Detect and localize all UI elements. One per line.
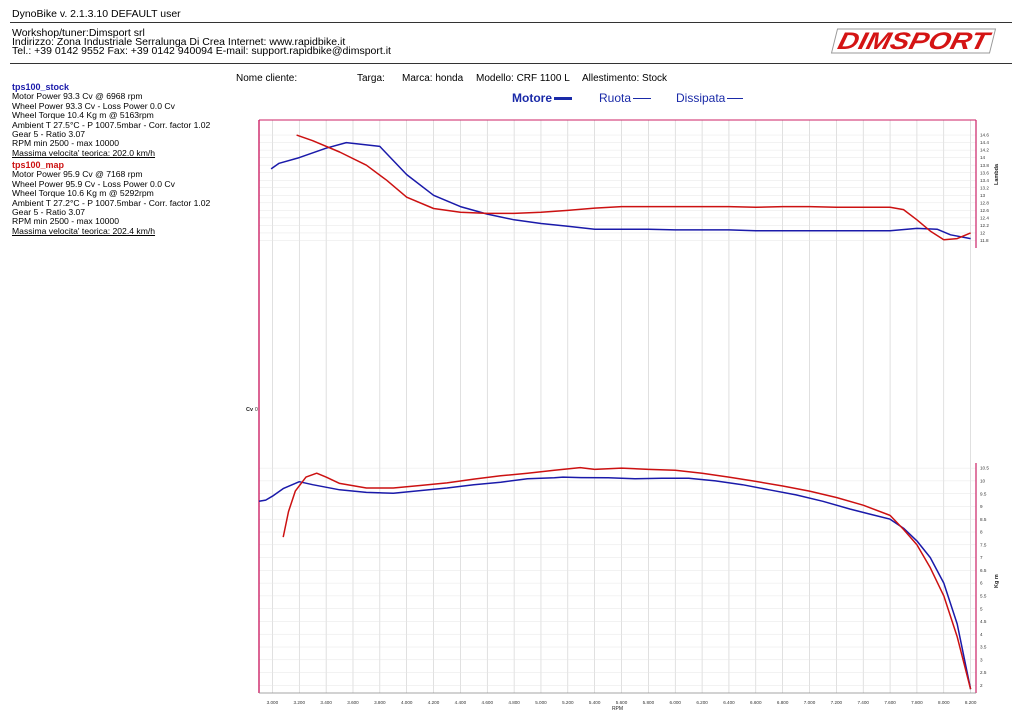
x-tick-label: 4.400 (455, 700, 467, 705)
series (258, 134, 972, 690)
x-tick-label: 3.600 (347, 700, 359, 705)
torque-tick-label: 2.5 (980, 670, 987, 675)
lambda-line-tps100-map (296, 134, 971, 241)
x-tick-label: 4.600 (482, 700, 494, 705)
x-tick-label: 5.000 (535, 700, 547, 705)
torque-tick-label: 3 (980, 657, 983, 662)
x-tick-label: 7.400 (857, 700, 869, 705)
grid (259, 120, 976, 693)
lambda-tick-label: 13.6 (980, 170, 989, 175)
axes (258, 119, 977, 694)
x-tick-label: 7.200 (831, 700, 843, 705)
x-axis-label: RPM (612, 706, 623, 712)
x-tick-label: 3.800 (374, 700, 386, 705)
torque-tick-label: 2 (980, 683, 983, 688)
torque-tick-label: 4.5 (980, 619, 987, 624)
torque-tick-label: 7.5 (980, 542, 987, 547)
lambda-tick-label: 14 (980, 155, 986, 160)
torque-tick-label: 4 (980, 632, 983, 637)
dyno-chart: 3.000 3.200 3.400 3.600 3.800 4.000 4.200 4.400… (246, 119, 1000, 712)
x-tick-label: 6.800 (777, 700, 789, 705)
torque-tick-label: 10 (980, 478, 986, 483)
x-tick-label: 7.600 (884, 700, 896, 705)
torque-tick-label: 9.5 (980, 491, 987, 496)
lambda-tick-label: 14.4 (980, 140, 989, 145)
torque-tick-label: 5.5 (980, 593, 987, 598)
torque-tick-label: 6 (980, 581, 983, 586)
torque-line-tps100-map (282, 466, 972, 690)
torque-tick-label: 8.5 (980, 517, 987, 522)
x-tick-label: 5.800 (643, 700, 655, 705)
tick-labels: 3.000 3.200 3.400 3.600 3.800 4.000 4.200 4.400… (246, 133, 1000, 712)
x-tick-label: 6.000 (669, 700, 681, 705)
left-axis-tick: 0 (255, 407, 258, 413)
x-tick-label: 5.400 (589, 700, 601, 705)
torque-tick-label: 7 (980, 555, 983, 560)
lambda-tick-label: 13.2 (980, 185, 989, 190)
lambda-tick-label: 13.8 (980, 163, 989, 168)
torque-tick-label: 5 (980, 606, 983, 611)
x-tick-label: 3.200 (294, 700, 306, 705)
x-tick-label: 5.200 (562, 700, 574, 705)
x-tick-label: 8.000 (938, 700, 950, 705)
lambda-tick-label: 12.8 (980, 200, 989, 205)
lambda-tick-label: 14.6 (980, 133, 989, 138)
x-tick-label: 6.200 (696, 700, 708, 705)
lambda-tick-label: 12.2 (980, 223, 989, 228)
torque-tick-label: 8 (980, 530, 983, 535)
x-tick-label: 7.000 (804, 700, 816, 705)
torque-tick-label: 6.5 (980, 568, 987, 573)
x-tick-label: 4.800 (508, 700, 520, 705)
x-tick-label: 8.200 (965, 700, 977, 705)
x-tick-label: 6.400 (723, 700, 735, 705)
lambda-tick-label: 13 (980, 193, 986, 198)
torque-tick-label: 9 (980, 504, 983, 509)
lambda-tick-label: 13.4 (980, 178, 989, 183)
lambda-tick-label: 12 (980, 231, 986, 236)
torque-tick-label: 3.5 (980, 645, 987, 650)
x-tick-label: 5.600 (616, 700, 628, 705)
x-tick-label: 7.800 (911, 700, 923, 705)
lambda-tick-label: 14.2 (980, 148, 989, 153)
x-tick-label: 3.000 (267, 700, 279, 705)
lambda-tick-label: 12.4 (980, 215, 989, 220)
lambda-axis-label: Lambda (994, 163, 1000, 185)
x-tick-label: 4.000 (401, 700, 413, 705)
left-axis-label: Cv (246, 407, 254, 413)
torque-tick-label: 10.5 (980, 466, 989, 471)
lambda-tick-label: 11.8 (980, 238, 989, 243)
lambda-line-tps100-stock (270, 141, 971, 240)
x-tick-label: 3.400 (320, 700, 332, 705)
lambda-tick-label: 12.6 (980, 208, 989, 213)
x-tick-label: 4.200 (428, 700, 440, 705)
x-tick-label: 6.600 (750, 700, 762, 705)
torque-axis-label: Kg m (994, 574, 1000, 588)
